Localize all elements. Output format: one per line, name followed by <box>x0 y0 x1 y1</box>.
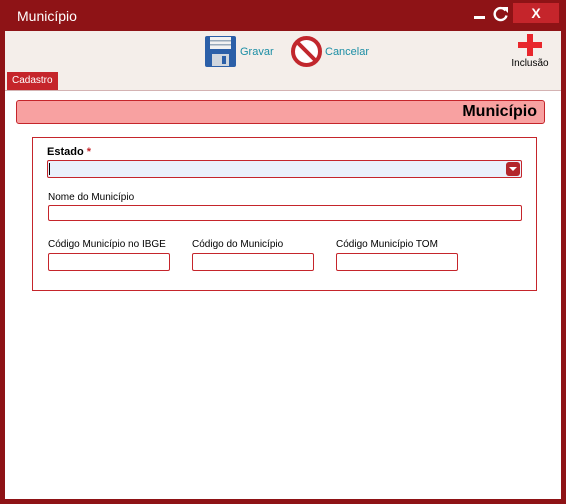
codigo-label: Código do Município <box>192 239 284 250</box>
chevron-down-icon <box>509 167 517 171</box>
cancel-button[interactable]: Cancelar <box>291 36 369 67</box>
toolbar: Gravar Cancelar Inclusão <box>5 31 561 72</box>
tab-strip: Cadastro <box>5 72 561 91</box>
tom-label: Código Município TOM <box>336 239 438 250</box>
ibge-label: Código Município no IBGE <box>48 239 166 250</box>
ibge-input[interactable] <box>48 253 170 271</box>
nome-input[interactable] <box>48 205 522 221</box>
estado-select[interactable] <box>47 160 522 178</box>
refresh-icon <box>493 6 508 22</box>
required-marker: * <box>86 146 92 158</box>
form-fieldset: Estado * Nome do Município Código Municí… <box>32 137 537 291</box>
nome-label: Nome do Município <box>48 192 135 203</box>
close-button[interactable]: X <box>513 3 559 23</box>
section-header: Município <box>16 100 545 124</box>
tom-input[interactable] <box>336 253 458 271</box>
codigo-input[interactable] <box>192 253 314 271</box>
dropdown-arrow-button[interactable] <box>506 162 520 176</box>
cancel-label: Cancelar <box>325 45 370 58</box>
text-cursor <box>49 163 50 175</box>
save-button[interactable]: Gravar <box>204 35 274 68</box>
estado-label-wrap: Estado * <box>47 146 91 158</box>
estado-label: Estado <box>47 146 84 158</box>
title-bar: Município X <box>0 0 566 30</box>
minimize-icon <box>474 16 485 19</box>
section-title: Município <box>462 103 537 120</box>
no-entry-icon <box>291 36 322 67</box>
tab-cadastro[interactable]: Cadastro <box>7 72 58 90</box>
insert-button[interactable]: Inclusão <box>505 31 555 72</box>
window-title: Município <box>17 8 77 24</box>
save-label: Gravar <box>240 45 274 58</box>
refresh-button[interactable] <box>492 4 510 24</box>
minimize-button[interactable] <box>471 4 491 24</box>
dialog-window: Município X Gravar Cancelar Inclusão Cad… <box>0 0 566 504</box>
plus-icon <box>518 34 542 56</box>
floppy-disk-icon <box>205 36 236 67</box>
insert-label: Inclusão <box>511 58 549 69</box>
window-content: Gravar Cancelar Inclusão Cadastro Municí… <box>5 31 561 499</box>
